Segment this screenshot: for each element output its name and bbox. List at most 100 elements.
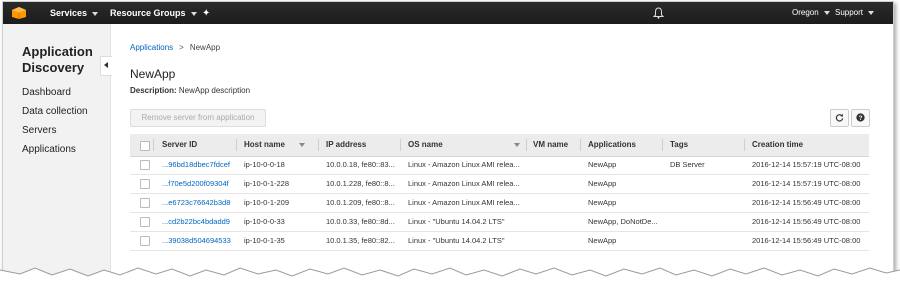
- table-header: Server ID Host name IP address OS name V…: [130, 134, 869, 157]
- creation-time-cell: 2016-12-14 15:56:49 UTC-08:00: [752, 198, 861, 207]
- vm-name-cell: [533, 213, 578, 231]
- os-name-cell: Linux - Amazon Linux AMI relea...: [408, 179, 520, 188]
- table-row[interactable]: ...cd2b22bc4bdadd9 ip-10-0-0-33 10.0.0.3…: [130, 213, 869, 232]
- tags-cell: [670, 232, 742, 250]
- page-title: NewApp: [130, 67, 176, 81]
- row-checkbox[interactable]: [140, 160, 150, 170]
- column-divider: [236, 139, 237, 151]
- server-id-link[interactable]: ...39038d504694533: [162, 232, 234, 250]
- header-vm-name[interactable]: VM name: [533, 134, 568, 156]
- column-divider: [526, 139, 527, 151]
- svg-text:?: ?: [859, 115, 863, 122]
- os-name-cell: Linux - "Ubuntu 14.04.2 LTS": [408, 236, 505, 245]
- column-divider: [400, 139, 401, 151]
- host-name-cell: ip-10-0-1-35: [244, 236, 285, 245]
- host-name-cell: ip-10-0-0-18: [244, 160, 285, 169]
- row-checkbox[interactable]: [140, 217, 150, 227]
- row-checkbox[interactable]: [140, 236, 150, 246]
- sort-caret-icon[interactable]: [299, 143, 305, 147]
- region-menu[interactable]: Oregon: [792, 2, 830, 24]
- applications-cell: NewApp, DoNotDe...: [588, 217, 658, 226]
- help-icon: ?: [856, 113, 865, 122]
- header-server-id[interactable]: Server ID: [162, 134, 197, 156]
- server-id-link[interactable]: ...96bd18dbec7fdcef: [162, 156, 234, 174]
- creation-time-cell: 2016-12-14 15:56:49 UTC-08:00: [752, 217, 861, 226]
- sidebar: Application Discovery Dashboard Data col…: [3, 24, 112, 278]
- ip-address-cell: 10.0.1.228, fe80::8...: [326, 179, 395, 188]
- os-name-cell: Linux - Amazon Linux AMI relea...: [408, 160, 520, 169]
- resource-groups-menu[interactable]: Resource Groups: [110, 2, 197, 24]
- breadcrumb-current: NewApp: [189, 43, 221, 52]
- column-divider: [318, 139, 319, 151]
- column-divider: [153, 139, 154, 151]
- table-row[interactable]: ...39038d504694533 ip-10-0-1-35 10.0.1.3…: [130, 232, 869, 251]
- ip-address-cell: 10.0.0.33, fe80::8d...: [326, 217, 395, 226]
- host-name-cell: ip-10-0-0-33: [244, 217, 285, 226]
- column-divider: [662, 139, 663, 151]
- vm-name-cell: [533, 156, 578, 174]
- column-divider: [744, 139, 745, 151]
- os-name-cell: Linux - Amazon Linux AMI relea...: [408, 198, 520, 207]
- sidebar-item-servers[interactable]: Servers: [22, 125, 56, 136]
- table-row[interactable]: ...96bd18dbec7fdcef ip-10-0-0-18 10.0.0.…: [130, 156, 869, 175]
- header-applications[interactable]: Applications: [588, 134, 636, 156]
- select-all-checkbox[interactable]: [140, 141, 150, 151]
- header-tags[interactable]: Tags: [670, 134, 688, 156]
- pin-icon[interactable]: ✦: [202, 8, 210, 19]
- sidebar-item-applications[interactable]: Applications: [22, 144, 76, 155]
- row-checkbox[interactable]: [140, 198, 150, 208]
- server-id-link[interactable]: ...e6723c76642b3d8: [162, 194, 234, 212]
- header-os-name[interactable]: OS name: [408, 134, 443, 156]
- main-content: Applications > NewApp NewApp Description: …: [111, 24, 893, 278]
- server-id-link[interactable]: ...f70e5d200f09304f: [162, 175, 234, 193]
- applications-cell: NewApp: [588, 198, 617, 207]
- description: Description: NewApp description: [130, 86, 250, 95]
- chevron-down-icon: [190, 11, 197, 16]
- ip-address-cell: 10.0.1.209, fe80::8...: [326, 198, 395, 207]
- server-id-link[interactable]: ...cd2b22bc4bdadd9: [162, 213, 234, 231]
- sort-caret-icon[interactable]: [514, 143, 520, 147]
- creation-time-cell: 2016-12-14 15:57:19 UTC-08:00: [752, 179, 861, 188]
- sidebar-item-dashboard[interactable]: Dashboard: [22, 87, 71, 98]
- chevron-down-icon: [92, 11, 99, 16]
- header-host-name[interactable]: Host name: [244, 134, 285, 156]
- refresh-icon: [835, 113, 844, 122]
- support-menu[interactable]: Support: [835, 2, 875, 24]
- sidebar-title-line1: Application: [22, 44, 93, 59]
- services-menu[interactable]: Services: [50, 2, 99, 24]
- table-row[interactable]: ...e6723c76642b3d8 ip-10-0-1-209 10.0.1.…: [130, 194, 869, 213]
- aws-cube-icon[interactable]: [11, 6, 27, 20]
- creation-time-cell: 2016-12-14 15:56:49 UTC-08:00: [752, 236, 861, 245]
- chevron-down-icon: [868, 10, 875, 15]
- description-label: Description:: [130, 86, 177, 95]
- creation-time-cell: 2016-12-14 15:57:19 UTC-08:00: [752, 160, 861, 169]
- tags-cell: [670, 213, 742, 231]
- sidebar-item-data-collection[interactable]: Data collection: [22, 106, 88, 117]
- tags-cell: [670, 194, 742, 212]
- sidebar-title: Application Discovery: [22, 44, 93, 76]
- header-ip-address[interactable]: IP address: [326, 134, 366, 156]
- breadcrumb-applications-link[interactable]: Applications: [130, 43, 173, 52]
- breadcrumb: Applications > NewApp: [130, 43, 220, 52]
- help-button[interactable]: ?: [851, 109, 870, 127]
- description-value: NewApp description: [178, 86, 251, 95]
- remove-server-button[interactable]: Remove server from application: [130, 109, 266, 127]
- row-checkbox[interactable]: [140, 179, 150, 189]
- applications-cell: NewApp: [588, 236, 617, 245]
- vm-name-cell: [533, 232, 578, 250]
- ip-address-cell: 10.0.1.35, fe80::82...: [326, 236, 395, 245]
- bell-icon[interactable]: [653, 7, 664, 19]
- vm-name-cell: [533, 194, 578, 212]
- host-name-cell: ip-10-0-1-209: [244, 198, 290, 207]
- tags-cell: [670, 175, 742, 193]
- host-name-cell: ip-10-0-1-228: [244, 179, 290, 188]
- top-nav-bar: Services Resource Groups ✦ Oregon Suppor…: [3, 2, 893, 24]
- torn-edge-decoration: [0, 267, 900, 287]
- app-window: Services Resource Groups ✦ Oregon Suppor…: [2, 1, 894, 279]
- table-row[interactable]: ...f70e5d200f09304f ip-10-0-1-228 10.0.1…: [130, 175, 869, 194]
- tags-cell: DB Server: [670, 160, 705, 169]
- ip-address-cell: 10.0.0.18, fe80::83...: [326, 160, 395, 169]
- column-divider: [580, 139, 581, 151]
- header-creation-time[interactable]: Creation time: [752, 134, 803, 156]
- refresh-button[interactable]: [830, 109, 849, 127]
